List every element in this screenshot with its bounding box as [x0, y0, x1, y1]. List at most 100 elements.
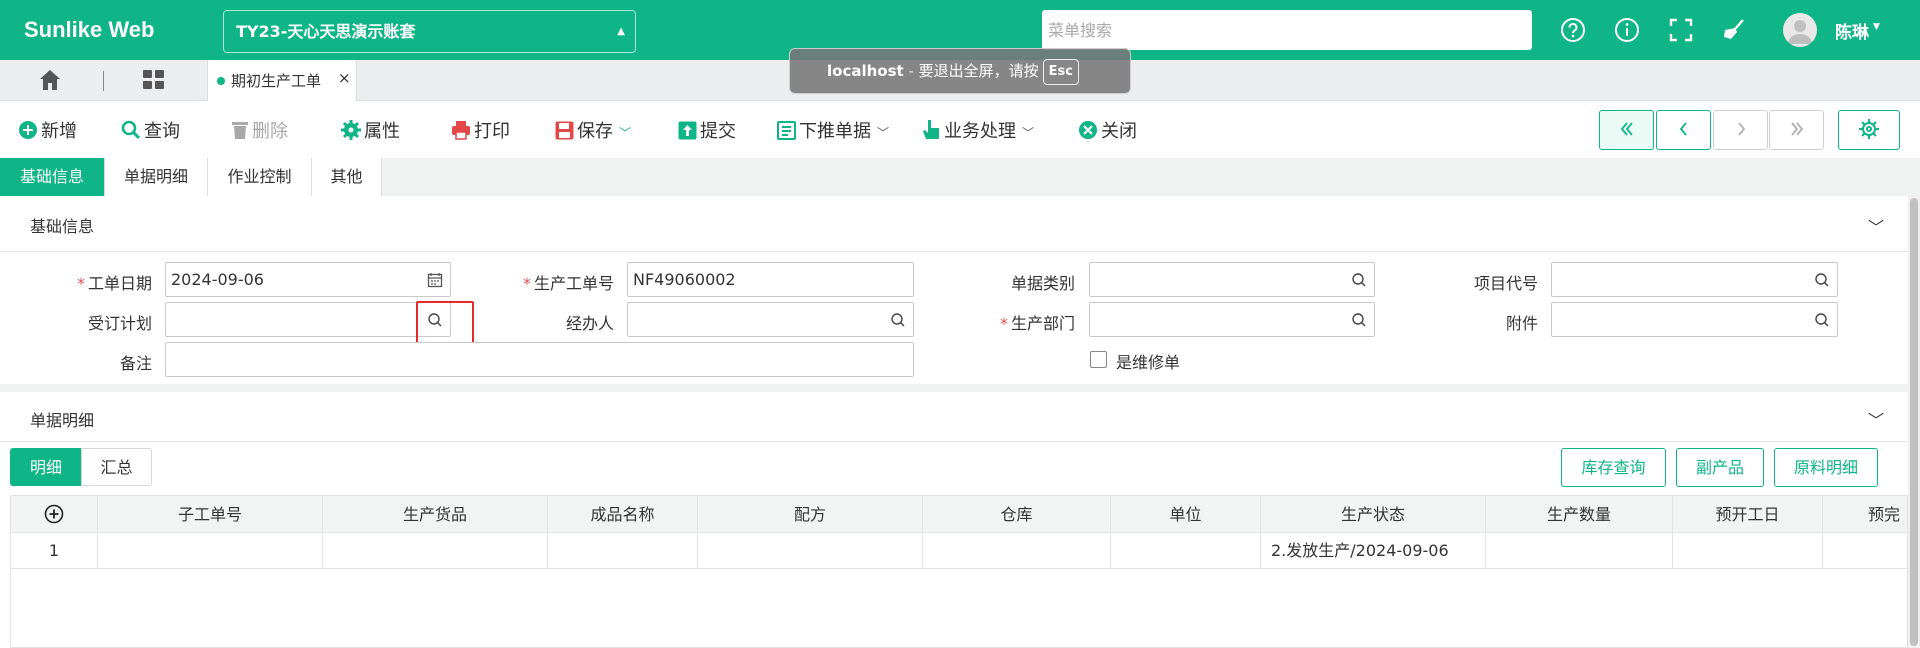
business-button[interactable]: 业务处理 ﹀: [922, 117, 1034, 143]
esc-key-badge: Esc: [1042, 58, 1079, 85]
toast-separator: -: [903, 62, 919, 80]
divider: [103, 71, 104, 91]
caret-down-icon[interactable]: ▼: [1873, 22, 1880, 32]
properties-button[interactable]: 属性: [341, 117, 400, 143]
next-record-button[interactable]: [1713, 110, 1768, 150]
status-cell[interactable]: 2.发放生产/2024-09-06: [1261, 533, 1486, 569]
by-product-button[interactable]: 副产品: [1676, 448, 1764, 487]
panel-title: 基础信息: [30, 217, 95, 236]
chevron-down-icon: ﹀: [1022, 126, 1035, 140]
scrollbar[interactable]: [1908, 196, 1920, 648]
push-down-label: 下推单据: [799, 121, 871, 142]
last-record-button[interactable]: [1769, 110, 1824, 150]
close-button[interactable]: 关闭: [1078, 117, 1137, 143]
repair-checkbox[interactable]: [1090, 351, 1107, 368]
column-header[interactable]: 生产数量: [1486, 496, 1673, 533]
document-icon: [777, 121, 796, 140]
row-number: 1: [11, 533, 98, 569]
column-header[interactable]: 配方: [698, 496, 923, 533]
search-icon: [1352, 273, 1366, 287]
search-icon: [1352, 313, 1366, 327]
column-header[interactable]: 单位: [1111, 496, 1261, 533]
print-button[interactable]: 打印: [451, 117, 510, 143]
menu-search-input[interactable]: [1042, 10, 1532, 50]
grid-cell[interactable]: [1111, 533, 1261, 569]
user-name[interactable]: 陈琳: [1835, 18, 1869, 43]
search-icon: [1815, 273, 1829, 287]
column-header[interactable]: 预开工日: [1673, 496, 1823, 533]
column-header[interactable]: 生产货品: [323, 496, 548, 533]
add-row-button[interactable]: [11, 496, 98, 533]
tab-document-detail[interactable]: 单据明细: [105, 158, 208, 196]
tab-other[interactable]: 其他: [312, 158, 382, 196]
close-icon[interactable]: ×: [338, 69, 351, 87]
attachment-field[interactable]: [1551, 302, 1838, 337]
tab-opening-work-order[interactable]: 期初生产工单 ×: [207, 60, 357, 101]
remark-field[interactable]: [165, 342, 914, 377]
column-header[interactable]: 预完: [1823, 496, 1907, 533]
chevron-down-icon[interactable]: ﹀: [1868, 214, 1884, 238]
detail-header[interactable]: 单据明细 ﹀: [0, 392, 1908, 442]
column-header[interactable]: 成品名称: [548, 496, 698, 533]
table-row[interactable]: 1 2.发放生产/2024-09-06: [11, 533, 1907, 569]
info-icon[interactable]: [1614, 17, 1640, 43]
double-chevron-left-icon: [1620, 122, 1633, 136]
column-header[interactable]: 生产状态: [1261, 496, 1486, 533]
panel-title: 单据明细: [30, 411, 95, 430]
first-record-button[interactable]: [1599, 110, 1654, 150]
chevron-down-icon[interactable]: ﹀: [619, 126, 631, 140]
doc-type-field[interactable]: [1089, 262, 1375, 297]
new-button[interactable]: 新增: [18, 117, 77, 143]
delete-button[interactable]: 删除: [231, 117, 288, 143]
upload-icon: [678, 121, 697, 140]
prev-record-button[interactable]: [1656, 110, 1711, 150]
account-select[interactable]: TY23-天心天思演示账套 ▲: [223, 10, 636, 53]
push-down-button[interactable]: 下推单据 ﹀: [777, 117, 889, 143]
apps-grid-icon[interactable]: [142, 69, 166, 91]
chevron-down-icon: ﹀: [877, 126, 890, 140]
grid-cell[interactable]: [548, 533, 698, 569]
avatar[interactable]: [1783, 13, 1817, 47]
stock-query-button[interactable]: 库存查询: [1561, 448, 1666, 487]
column-header[interactable]: 子工单号: [98, 496, 323, 533]
order-plan-field[interactable]: [165, 302, 451, 337]
basic-info-header[interactable]: 基础信息 ﹀: [0, 196, 1908, 252]
project-code-field[interactable]: [1551, 262, 1838, 297]
submit-button[interactable]: 提交: [678, 117, 736, 143]
handler-field[interactable]: [627, 302, 914, 337]
grid-cell[interactable]: [923, 533, 1111, 569]
home-icon[interactable]: [38, 68, 64, 92]
work-no-field[interactable]: NF49060002: [627, 262, 914, 297]
chevron-right-icon: [1737, 122, 1745, 136]
fullscreen-icon[interactable]: [1668, 17, 1694, 43]
grid-cell[interactable]: [323, 533, 548, 569]
subtab-detail[interactable]: 明细: [10, 448, 82, 486]
subtab-summary[interactable]: 汇总: [81, 448, 152, 486]
tab-basic-info[interactable]: 基础信息: [0, 158, 105, 196]
trash-icon: [232, 122, 248, 139]
grid-cell[interactable]: [1486, 533, 1673, 569]
scrollbar-thumb[interactable]: [1910, 198, 1918, 646]
tab-operation-control[interactable]: 作业控制: [208, 158, 312, 196]
highlight-box: [416, 301, 474, 344]
new-label: 新增: [41, 121, 77, 142]
properties-label: 属性: [364, 121, 400, 142]
column-header[interactable]: 仓库: [923, 496, 1111, 533]
grid-cell[interactable]: [98, 533, 323, 569]
brand-logo: Sunlike Web: [24, 17, 155, 42]
help-icon[interactable]: [1560, 17, 1586, 43]
toast-host: localhost: [827, 62, 904, 80]
settings-button[interactable]: [1838, 110, 1900, 150]
save-button[interactable]: 保存 ﹀: [555, 117, 631, 143]
chevron-down-icon[interactable]: ﹀: [1868, 407, 1884, 431]
material-detail-button[interactable]: 原料明细: [1774, 448, 1878, 487]
grid-cell[interactable]: [698, 533, 923, 569]
double-chevron-right-icon: [1790, 122, 1803, 136]
work-date-field[interactable]: 2024-09-06: [165, 262, 451, 297]
print-label: 打印: [474, 121, 510, 142]
dept-field[interactable]: [1089, 302, 1375, 337]
plus-circle-icon: [44, 504, 64, 524]
query-button[interactable]: 查询: [121, 117, 180, 143]
grid-cell[interactable]: [1673, 533, 1823, 569]
broom-icon[interactable]: [1721, 17, 1747, 43]
